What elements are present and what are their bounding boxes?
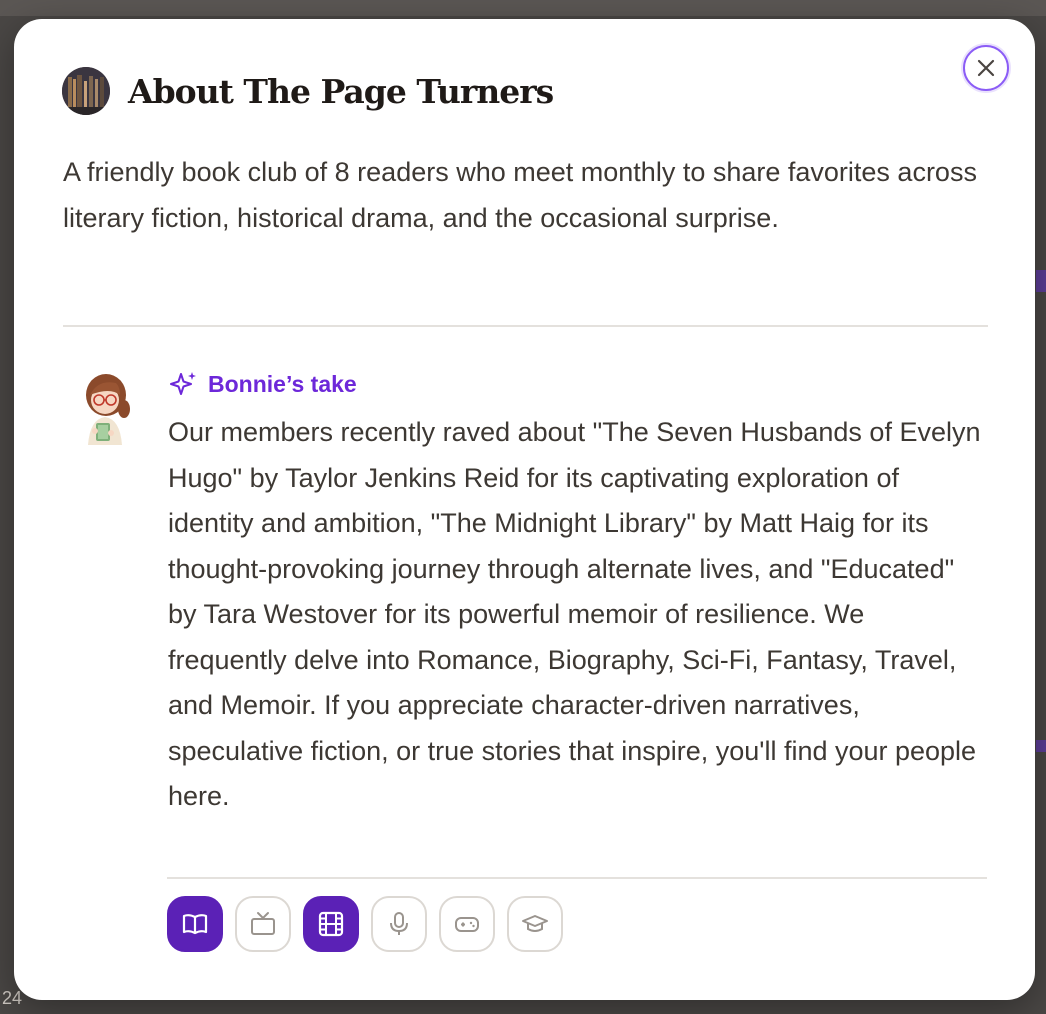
close-button[interactable] bbox=[963, 45, 1009, 91]
club-avatar bbox=[62, 67, 110, 115]
film-icon bbox=[318, 911, 344, 937]
graduation-cap-icon bbox=[522, 915, 548, 932]
media-filter-row bbox=[167, 896, 563, 952]
bonnie-avatar bbox=[80, 369, 136, 449]
bg-accent-mark bbox=[1036, 270, 1046, 292]
take-header: Bonnie’s take bbox=[168, 369, 357, 399]
take-body-text: Our members recently raved about "The Se… bbox=[168, 417, 981, 811]
filter-movies-button[interactable] bbox=[303, 896, 359, 952]
filter-courses-button[interactable] bbox=[507, 896, 563, 952]
close-icon bbox=[977, 59, 995, 77]
microphone-icon bbox=[390, 912, 408, 935]
filter-books-button[interactable] bbox=[167, 896, 223, 952]
filter-podcasts-button[interactable] bbox=[371, 896, 427, 952]
bg-accent-mark bbox=[1036, 740, 1046, 752]
filter-games-button[interactable] bbox=[439, 896, 495, 952]
sparkle-icon bbox=[170, 372, 196, 395]
modal-title: About The Page Turners bbox=[128, 71, 554, 111]
club-description: A friendly book club of 8 readers who me… bbox=[63, 157, 977, 233]
tv-icon bbox=[251, 912, 275, 935]
gamepad-icon bbox=[455, 917, 479, 932]
about-club-modal: About The Page Turners A friendly book c… bbox=[14, 19, 1035, 1000]
bg-peek-text: 24 bbox=[2, 988, 23, 1008]
filter-tv-button[interactable] bbox=[235, 896, 291, 952]
book-icon bbox=[182, 914, 208, 935]
modal-header: About The Page Turners bbox=[62, 67, 554, 115]
section-divider bbox=[63, 325, 988, 327]
take-label: Bonnie’s take bbox=[208, 370, 357, 397]
media-divider bbox=[167, 877, 987, 879]
